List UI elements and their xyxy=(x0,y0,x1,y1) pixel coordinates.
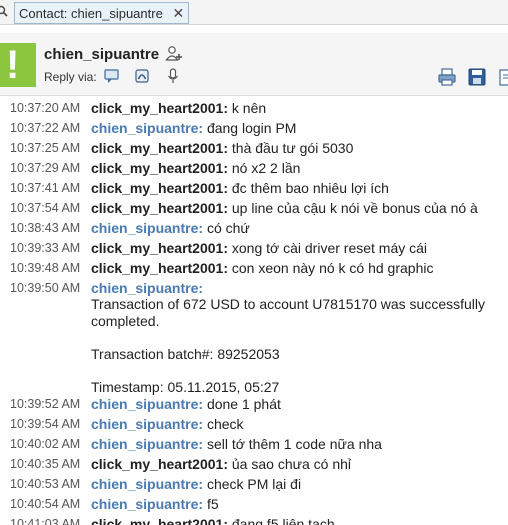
save-icon[interactable] xyxy=(467,67,487,87)
message-time: 10:38:43 AM xyxy=(10,221,81,235)
message-text: có chứ xyxy=(206,220,250,236)
message-time: 10:39:50 AM xyxy=(10,281,81,295)
message-time: 10:39:54 AM xyxy=(10,417,81,431)
transaction-message-body: Transaction of 672 USD to account U78151… xyxy=(91,296,501,396)
message-sender: click_my_heart2001: nó x2 2 lần xyxy=(91,160,301,176)
message-text: check PM lại đi xyxy=(206,476,302,492)
message-text: đc thêm bao nhiêu lợi ích xyxy=(231,180,389,196)
chat-transcript: 10:37:20 AM click_my_heart2001: k nên 10… xyxy=(0,96,508,525)
message-text: xong tớ cài driver reset máy cái xyxy=(231,240,428,256)
message-text: nó x2 2 lần xyxy=(231,160,301,176)
message-text: thà đầu tư gói 5030 xyxy=(231,140,354,156)
message-sender: chien_sipuantre: done 1 phát xyxy=(91,396,281,412)
contact-name: chien_sipuantre xyxy=(44,46,160,63)
document-icon[interactable] xyxy=(498,67,508,87)
message-sender: click_my_heart2001: ủa sao chưa có nhỉ xyxy=(91,456,352,472)
message-sender: click_my_heart2001: k nên xyxy=(91,100,267,116)
message-sender: click_my_heart2001: up line của cậu k nó… xyxy=(91,200,478,216)
message-time: 10:37:20 AM xyxy=(10,101,81,115)
phone-icon[interactable] xyxy=(133,67,151,85)
add-user-icon[interactable] xyxy=(165,45,183,63)
message-sender: click_my_heart2001: thà đầu tư gói 5030 xyxy=(91,140,354,156)
message-sender: chien_sipuantre: f5 xyxy=(91,496,219,512)
message-time: 10:37:41 AM xyxy=(10,181,81,195)
contact-header: ! chien_sipuantre Reply via: xyxy=(0,33,508,96)
message-time: 10:40:35 AM xyxy=(10,457,81,471)
message-text: check xyxy=(206,416,244,432)
message-text: done 1 phát xyxy=(206,396,281,412)
message-time: 10:40:53 AM xyxy=(10,477,81,491)
message-sender: chien_sipuantre: xyxy=(91,280,204,296)
print-icon[interactable] xyxy=(437,67,457,87)
message-sender: click_my_heart2001: đang f5 liên tạch xyxy=(91,514,335,525)
message-text: ủa sao chưa có nhỉ xyxy=(231,456,352,472)
message-sender: chien_sipuantre: có chứ xyxy=(91,220,250,236)
tab-bar: Contact: chien_sipuantre ✕ xyxy=(0,0,508,25)
close-icon[interactable]: ✕ xyxy=(172,3,184,23)
transaction-line: Transaction of 672 USD to account U78151… xyxy=(91,296,486,329)
message-sender: chien_sipuantre: check xyxy=(91,416,244,432)
avatar: ! xyxy=(0,43,36,87)
message-time: 10:41:03 AM xyxy=(10,517,81,525)
message-sender: click_my_heart2001: đc thêm bao nhiêu lợ… xyxy=(91,180,389,196)
message-time: 10:39:48 AM xyxy=(10,261,81,275)
message-time: 10:40:54 AM xyxy=(10,497,81,511)
message-time: 10:37:29 AM xyxy=(10,161,81,175)
message-text: đang login PM xyxy=(206,120,297,136)
message-sender: chien_sipuantre: sell tớ thêm 1 code nữa… xyxy=(91,436,382,452)
message-time: 10:39:52 AM xyxy=(10,397,81,411)
message-time: 10:40:02 AM xyxy=(10,437,81,451)
message-text: k nên xyxy=(231,100,267,116)
message-text: f5 xyxy=(206,496,219,512)
chat-bubble-icon[interactable] xyxy=(103,67,121,85)
reply-via-label: Reply via: xyxy=(44,70,97,84)
message-text: đang f5 liên tạch xyxy=(231,516,335,525)
tab-contact-label: Contact: chien_sipuantre xyxy=(19,6,163,21)
message-text: up line của cậu k nói về bonus của nó à xyxy=(231,200,478,216)
message-sender: chien_sipuantre: đang login PM xyxy=(91,120,297,136)
message-time: 10:37:25 AM xyxy=(10,141,81,155)
tab-contact[interactable]: Contact: chien_sipuantre ✕ xyxy=(14,2,190,24)
message-sender: chien_sipuantre: check PM lại đi xyxy=(91,476,302,492)
message-text: sell tớ thêm 1 code nữa nha xyxy=(206,436,382,452)
microphone-icon[interactable] xyxy=(164,67,182,85)
transaction-batch: Transaction batch#: 89252053 xyxy=(91,346,280,362)
message-time: 10:37:22 AM xyxy=(10,121,81,135)
message-time: 10:37:54 AM xyxy=(10,201,81,215)
message-sender: click_my_heart2001: xong tớ cài driver r… xyxy=(91,240,428,256)
message-text: con xeon này nó k có hd graphic xyxy=(231,260,434,276)
message-sender: click_my_heart2001: con xeon này nó k có… xyxy=(91,260,434,276)
message-time: 10:39:33 AM xyxy=(10,241,81,255)
search-icon[interactable] xyxy=(0,5,9,17)
